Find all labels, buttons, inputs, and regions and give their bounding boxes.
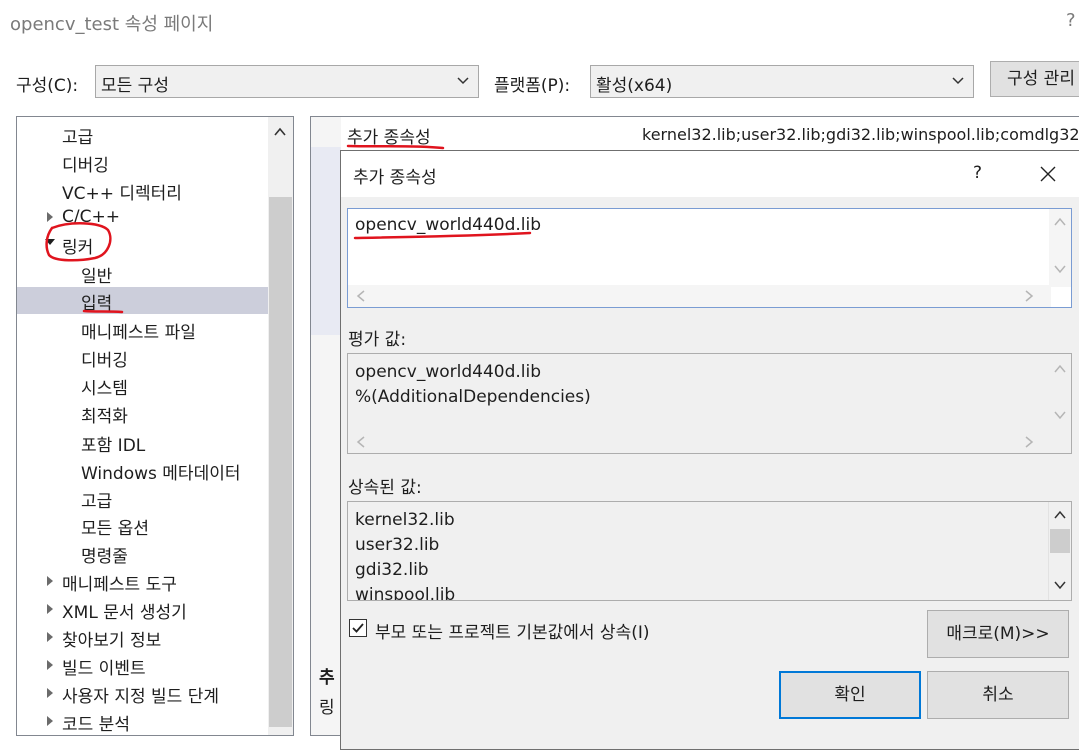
property-tree[interactable]: 고급 디버깅 VC++ 디렉터리 C/C++ 링커 일반 입력 매니페스트 파일… bbox=[16, 116, 294, 736]
chevron-left-icon[interactable] bbox=[356, 290, 366, 302]
chevron-down-icon[interactable] bbox=[1054, 580, 1066, 590]
property-value[interactable]: kernel32.lib;user32.lib;gdi32.lib;winspo… bbox=[642, 125, 1079, 144]
inherited-line: gdi32.lib bbox=[355, 560, 429, 580]
expand-arrow-icon[interactable] bbox=[47, 576, 53, 586]
inherited-vertical-scrollbar[interactable] bbox=[1048, 502, 1071, 600]
evaluated-line: %(AdditionalDependencies) bbox=[355, 387, 591, 407]
evaluated-horizontal-scrollbar[interactable] bbox=[348, 431, 1051, 453]
tree-scrollbar[interactable] bbox=[268, 117, 293, 735]
tree-item-linker[interactable]: 링커 bbox=[62, 233, 93, 258]
platform-select[interactable]: 활성(x64) bbox=[590, 65, 974, 98]
macro-button[interactable]: 매크로(M)>> bbox=[927, 610, 1069, 658]
chevron-right-icon[interactable] bbox=[1024, 290, 1034, 302]
tree-item[interactable]: 코드 분석 bbox=[62, 710, 130, 735]
inherit-checkbox-label[interactable]: 부모 또는 프로젝트 기본값에서 상속(I) bbox=[375, 618, 650, 643]
config-select[interactable]: 모든 구성 bbox=[95, 65, 479, 98]
chevron-right-icon[interactable] bbox=[1024, 436, 1034, 448]
tree-item[interactable]: 일반 bbox=[81, 262, 112, 287]
expand-arrow-icon[interactable] bbox=[47, 212, 53, 222]
description-text: 링 bbox=[319, 698, 335, 718]
config-select-value: 모든 구성 bbox=[101, 76, 169, 96]
property-grid-category-strip bbox=[311, 147, 341, 335]
chevron-up-icon[interactable] bbox=[1054, 510, 1066, 520]
tree-item[interactable]: 명령줄 bbox=[81, 542, 128, 567]
evaluated-value-box[interactable]: opencv_world440d.lib %(AdditionalDepende… bbox=[347, 353, 1072, 454]
inherited-line: winspool.lib bbox=[355, 585, 456, 601]
platform-select-value: 활성(x64) bbox=[596, 76, 673, 96]
checkmark-icon bbox=[352, 623, 364, 633]
inherited-value-box[interactable]: kernel32.lib user32.lib gdi32.lib winspo… bbox=[347, 501, 1072, 601]
tree-item[interactable]: Windows 메타데이터 bbox=[81, 459, 241, 484]
chevron-left-icon[interactable] bbox=[356, 436, 366, 448]
tree-item[interactable]: 최적화 bbox=[81, 402, 128, 427]
expand-arrow-icon[interactable] bbox=[47, 632, 53, 642]
cancel-button[interactable]: 취소 bbox=[927, 671, 1069, 719]
window-title: opencv_test 속성 페이지 bbox=[10, 14, 214, 35]
chevron-up-icon[interactable] bbox=[1054, 217, 1066, 227]
help-button[interactable]: ? bbox=[1066, 10, 1076, 31]
tree-item[interactable]: XML 문서 생성기 bbox=[62, 598, 187, 623]
dialog-title-bar bbox=[341, 151, 1079, 197]
chevron-up-icon[interactable] bbox=[1054, 364, 1066, 374]
close-icon[interactable] bbox=[1040, 166, 1056, 182]
tree-item-cpp[interactable]: C/C++ bbox=[62, 207, 120, 227]
tree-item[interactable]: 시스템 bbox=[81, 374, 128, 399]
tree-item[interactable]: 포함 IDL bbox=[81, 431, 145, 456]
chevron-down-icon[interactable] bbox=[1054, 264, 1066, 274]
expand-arrow-icon[interactable] bbox=[47, 604, 53, 614]
dialog-title: 추가 종속성 bbox=[353, 168, 437, 188]
evaluated-vertical-scrollbar[interactable] bbox=[1049, 354, 1071, 433]
config-label: 구성(C): bbox=[16, 76, 79, 96]
tree-item-label: 입력 bbox=[81, 294, 113, 314]
tree-item[interactable]: 매니페스트 파일 bbox=[81, 318, 196, 343]
edit-horizontal-scrollbar[interactable] bbox=[348, 285, 1051, 307]
tree-item[interactable]: 사용자 지정 빌드 단계 bbox=[62, 682, 219, 707]
platform-label: 플랫폼(P): bbox=[494, 76, 571, 96]
property-name[interactable]: 추가 종속성 bbox=[347, 123, 431, 148]
dialog-help-button[interactable]: ? bbox=[973, 163, 982, 183]
config-manager-button[interactable]: 구성 관리 bbox=[990, 61, 1079, 97]
tree-item-input-selected[interactable]: 입력 bbox=[17, 287, 268, 314]
tree-item[interactable]: 고급 bbox=[62, 123, 93, 148]
inherited-line: user32.lib bbox=[355, 535, 440, 555]
chevron-down-icon bbox=[952, 77, 964, 85]
inherited-value-label: 상속된 값: bbox=[348, 478, 422, 498]
additional-dependencies-dialog: 추가 종속성 ? opencv_world440d.lib 평가 값: open… bbox=[340, 150, 1079, 750]
inherited-line: kernel32.lib bbox=[355, 510, 455, 530]
tree-item[interactable]: 찾아보기 정보 bbox=[62, 626, 161, 651]
tree-scroll-thumb[interactable] bbox=[269, 197, 292, 727]
evaluated-value-label: 평가 값: bbox=[348, 330, 407, 350]
description-title: 추 bbox=[319, 668, 335, 688]
dependencies-edit-text[interactable]: opencv_world440d.lib bbox=[355, 215, 541, 235]
inherit-checkbox[interactable] bbox=[349, 619, 367, 637]
ok-button[interactable]: 확인 bbox=[779, 671, 921, 719]
tree-item[interactable]: 디버깅 bbox=[81, 346, 128, 371]
tree-item[interactable]: 고급 bbox=[81, 487, 112, 512]
chevron-down-icon bbox=[457, 77, 469, 85]
expand-arrow-icon[interactable] bbox=[47, 688, 53, 698]
chevron-up-icon[interactable] bbox=[273, 125, 287, 139]
tree-item[interactable]: 매니페스트 도구 bbox=[62, 570, 177, 595]
tree-item[interactable]: 모든 옵션 bbox=[81, 514, 149, 539]
tree-item[interactable]: VC++ 디렉터리 bbox=[62, 179, 182, 204]
evaluated-line: opencv_world440d.lib bbox=[355, 362, 542, 382]
expand-arrow-icon[interactable] bbox=[47, 660, 53, 670]
dependencies-edit-box[interactable]: opencv_world440d.lib bbox=[347, 208, 1072, 308]
inherited-scroll-thumb[interactable] bbox=[1050, 529, 1070, 553]
tree-item[interactable]: 빌드 이벤트 bbox=[62, 654, 146, 679]
tree-item[interactable]: 디버깅 bbox=[62, 151, 109, 176]
edit-vertical-scrollbar[interactable] bbox=[1049, 209, 1071, 287]
expand-arrow-icon[interactable] bbox=[47, 716, 53, 726]
chevron-down-icon[interactable] bbox=[1054, 410, 1066, 420]
collapse-arrow-icon[interactable] bbox=[45, 239, 55, 245]
